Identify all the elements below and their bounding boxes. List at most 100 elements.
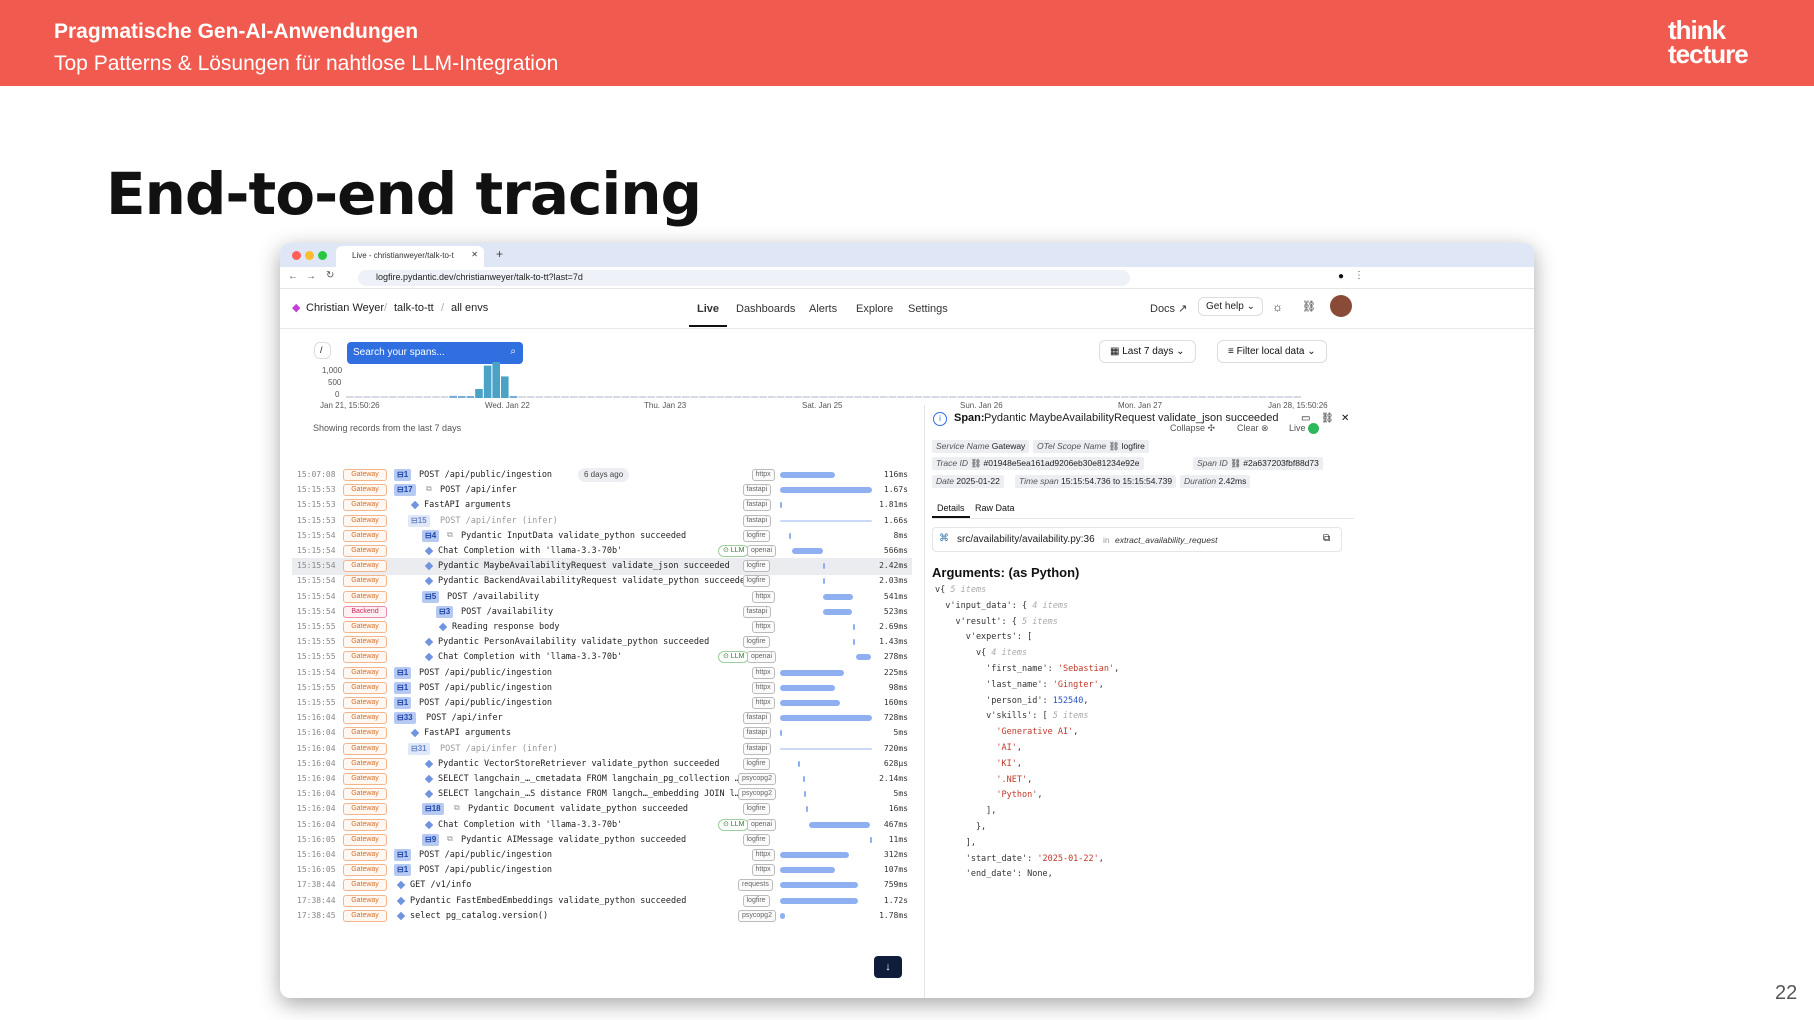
histogram-bar xyxy=(1258,396,1267,398)
service-badge: Gateway xyxy=(343,484,387,497)
tab-raw-data[interactable]: Raw Data xyxy=(975,503,1015,513)
span-duration: 278ms xyxy=(883,652,908,662)
copy-icon[interactable]: ⧉ xyxy=(1323,533,1330,544)
histogram-bar xyxy=(1035,396,1043,398)
span-count-toggle[interactable]: ⊟15 xyxy=(408,514,430,527)
close-tab-icon[interactable]: ✕ xyxy=(471,250,478,259)
close-window-icon[interactable] xyxy=(292,251,301,260)
span-count-toggle[interactable]: ⊟33 xyxy=(394,712,416,725)
source-file-link[interactable]: src/availability/availability.py:36 xyxy=(957,534,1095,545)
span-count-toggle[interactable]: ⊟3 xyxy=(436,605,454,618)
browser-menu-icon[interactable]: ⋮ xyxy=(1354,270,1364,281)
service-badge: Gateway xyxy=(343,545,387,557)
tab-details[interactable]: Details xyxy=(937,503,965,513)
span-count-toggle[interactable]: ⊟1 xyxy=(394,697,412,709)
docs-link[interactable]: Docs ↗ xyxy=(1150,302,1187,315)
tab-alerts[interactable]: Alerts xyxy=(809,303,837,315)
span-message: POST /availability xyxy=(461,606,554,617)
histogram-bar xyxy=(742,396,750,398)
service-badge: Gateway xyxy=(343,879,387,892)
span-count-toggle[interactable]: ⊟18 xyxy=(422,803,444,816)
duration-bar xyxy=(780,882,859,889)
panel-layout-icon[interactable]: ▭ xyxy=(1301,413,1310,424)
row-time: 15:15:54 xyxy=(297,606,336,616)
duration-bar xyxy=(852,624,855,630)
histogram-bar xyxy=(733,396,742,398)
histogram-bar xyxy=(923,396,931,398)
close-panel-icon[interactable]: ✕ xyxy=(1341,413,1349,424)
span-count-toggle[interactable]: ⊟1 xyxy=(394,864,412,877)
span-duration: 1.78ms xyxy=(879,910,908,920)
histogram-bar xyxy=(1155,396,1164,398)
span-id-chip[interactable]: Span ID ⛓ #2a637203fbf88d73 xyxy=(1193,457,1323,470)
info-icon: i xyxy=(933,412,947,426)
library-tag: fastapi xyxy=(742,727,772,740)
span-diamond-icon xyxy=(410,729,420,738)
histogram-bar xyxy=(991,396,1000,398)
histogram-bar xyxy=(475,389,483,398)
library-tag: openai xyxy=(747,818,777,831)
table-row[interactable]: 17:38:45 Gateway select pg_catalog.version… xyxy=(292,908,912,925)
back-icon[interactable]: ← xyxy=(288,271,298,282)
span-count-toggle[interactable]: ⊟31 xyxy=(408,742,430,755)
trace-id-chip[interactable]: Trace ID ⛓ #01948e5ea161ad9206eb30e81234… xyxy=(932,457,1144,470)
histogram-bar xyxy=(380,396,389,398)
span-count-toggle[interactable]: ⊟4 xyxy=(422,529,440,542)
span-count-toggle[interactable]: ⊟5 xyxy=(422,590,440,603)
profile-avatar-icon[interactable]: ● xyxy=(1338,271,1344,282)
reload-icon[interactable]: ↻ xyxy=(326,270,334,281)
histogram-bar xyxy=(1164,396,1172,398)
slash-shortcut-button[interactable]: / xyxy=(314,342,331,359)
span-duration: 720ms xyxy=(883,743,908,753)
histogram-bar xyxy=(526,396,535,398)
code-line: 'start_date': '2025-01-22', xyxy=(935,853,1104,864)
slide-header-title: Pragmatische Gen-AI-Anwendungen xyxy=(54,20,419,43)
span-count-toggle[interactable]: ⊟1 xyxy=(394,849,412,861)
copy-link-icon[interactable]: ⛓ xyxy=(1321,413,1334,424)
tab-dashboards[interactable]: Dashboards xyxy=(736,303,795,315)
theme-sun-icon[interactable]: ☼ xyxy=(1272,300,1283,314)
histogram-bar xyxy=(363,396,371,398)
histogram-bar xyxy=(354,396,363,398)
library-tag: httpx xyxy=(751,666,775,679)
scroll-to-bottom-button[interactable]: ↓ xyxy=(874,956,902,978)
maximize-window-icon[interactable] xyxy=(318,251,327,260)
breadcrumb-env[interactable]: all envs xyxy=(451,302,488,314)
browser-tab[interactable]: Live - christianweyer/talk-to-t ✕ xyxy=(336,246,484,267)
duration-bar xyxy=(809,821,871,828)
tab-settings[interactable]: Settings xyxy=(908,303,948,315)
span-diamond-icon xyxy=(424,577,434,586)
service-badge: Gateway xyxy=(343,636,387,649)
span-count-toggle[interactable]: ⊟9 xyxy=(422,833,440,846)
span-count-toggle[interactable]: ⊟1 xyxy=(394,469,412,481)
span-count-toggle[interactable]: ⊟17 xyxy=(394,484,416,497)
get-help-button[interactable]: Get help ⌄ xyxy=(1198,297,1263,316)
histogram-bar xyxy=(776,396,785,398)
breadcrumb-project[interactable]: talk-to-tt xyxy=(394,302,434,314)
avatar[interactable] xyxy=(1330,295,1352,317)
link-icon[interactable]: ⛓ xyxy=(1302,300,1316,313)
page-number: 22 xyxy=(1775,982,1798,1004)
duration-bar xyxy=(870,836,873,843)
tab-live[interactable]: Live xyxy=(697,303,719,315)
showing-records-label: Showing records from the last 7 days xyxy=(313,423,462,433)
tab-explore[interactable]: Explore xyxy=(856,303,893,315)
span-diamond-icon xyxy=(424,789,434,799)
breadcrumb-user[interactable]: Christian Weyer xyxy=(306,302,384,314)
forward-icon[interactable]: → xyxy=(306,271,316,282)
histogram-bar xyxy=(845,396,854,398)
span-title: Pydantic MaybeAvailabilityRequest valida… xyxy=(984,412,1279,424)
histogram-bar xyxy=(346,396,354,398)
span-detail-panel: i Span: Pydantic MaybeAvailabilityReques… xyxy=(924,405,1534,998)
new-tab-icon[interactable]: + xyxy=(496,247,503,261)
histogram-bar xyxy=(1241,396,1250,398)
url-field[interactable]: logfire.pydantic.dev/christianweyer/talk… xyxy=(358,270,1130,286)
span-count-toggle[interactable]: ⊟1 xyxy=(394,666,412,679)
source-function: extract_availability_request xyxy=(1115,535,1218,545)
minimize-window-icon[interactable] xyxy=(305,251,314,260)
histogram-bar xyxy=(561,396,569,398)
service-badge: Gateway xyxy=(343,590,387,603)
code-line: v'result': { 5 items xyxy=(935,616,1058,627)
duration-bar xyxy=(780,852,849,858)
span-count-toggle[interactable]: ⊟1 xyxy=(394,681,412,694)
